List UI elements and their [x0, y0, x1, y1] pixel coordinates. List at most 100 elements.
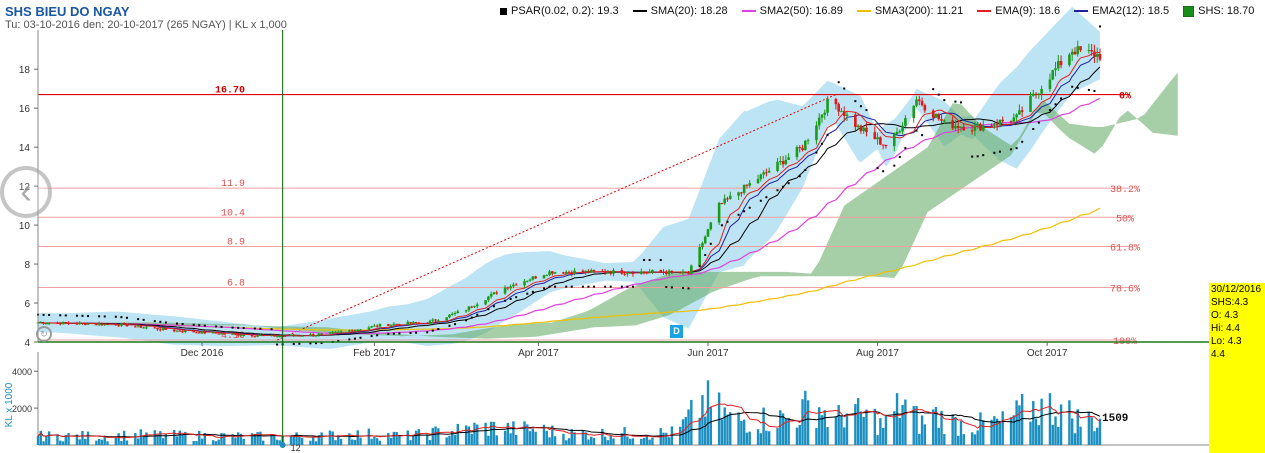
psar-dot — [643, 259, 646, 262]
candle-body — [261, 335, 265, 337]
psar-dot — [748, 206, 751, 209]
candle-body — [570, 272, 574, 275]
volume-bar — [701, 395, 704, 445]
volume-bar — [648, 439, 651, 445]
psar-dot — [487, 308, 490, 311]
psar-dot — [826, 133, 829, 136]
legend-item: EMA2(12): 18.5 — [1074, 5, 1169, 17]
back-arrow-icon[interactable]: ‹ — [0, 166, 52, 218]
candle-body — [184, 330, 187, 333]
volume-bar — [473, 422, 476, 445]
candle-body — [859, 125, 863, 132]
candle-body — [642, 271, 646, 273]
psar-dot — [631, 285, 634, 288]
candle-body — [748, 183, 752, 186]
candle-body — [389, 324, 393, 326]
candle-body — [795, 147, 799, 158]
candle-body — [592, 269, 596, 271]
candle-body — [398, 324, 401, 326]
psar-dot — [915, 129, 918, 132]
psar-dot — [276, 343, 279, 346]
candle-body — [392, 323, 396, 325]
info-box: 30/12/2016 SHS:4.3 O: 4.3 Hi: 4.4 Lo: 4.… — [1209, 283, 1265, 453]
legend-item: SMA3(200): 11.21 — [856, 5, 963, 17]
volume-bar — [729, 412, 732, 445]
x-tick-label: Oct 2017 — [1027, 348, 1068, 359]
psar-dot — [454, 323, 457, 326]
candle-body — [192, 330, 195, 333]
candle-body — [509, 286, 512, 289]
volume-bar — [412, 435, 415, 445]
psar-dot — [593, 285, 596, 288]
volume-bar — [136, 438, 140, 445]
volume-bar — [1048, 393, 1052, 445]
volume-bar — [645, 436, 649, 445]
candle-body — [39, 322, 43, 324]
candle-body — [378, 324, 382, 327]
candle-body — [373, 325, 376, 327]
volume-bar — [153, 430, 156, 445]
x-tick-label: Jun 2017 — [687, 348, 729, 359]
legend-swatch — [500, 7, 507, 15]
y-tick-label: 6 — [24, 299, 30, 310]
volume-bar — [395, 432, 398, 445]
candle-body — [806, 140, 810, 142]
dividend-marker[interactable]: D — [670, 325, 683, 338]
candle-body — [164, 328, 168, 330]
candle-body — [1076, 46, 1080, 55]
candle-body — [1070, 51, 1074, 55]
volume-bar — [117, 433, 120, 445]
candle-body — [1020, 110, 1024, 112]
volume-bar — [804, 390, 807, 445]
psar-dot — [270, 328, 273, 331]
candle-body — [534, 276, 537, 279]
candle-body — [998, 119, 1002, 125]
psar-dot — [298, 342, 301, 345]
candle-body — [781, 161, 785, 165]
volume-bar — [414, 430, 418, 445]
volume-bar — [901, 405, 904, 445]
psar-dot — [153, 320, 156, 323]
psar-dot — [904, 147, 907, 150]
volume-bar — [59, 440, 62, 445]
candle-body — [662, 271, 665, 273]
psar-dot — [476, 313, 479, 316]
candle-body — [917, 99, 921, 101]
candle-body — [309, 334, 312, 336]
candle-body — [172, 329, 176, 332]
volume-bar — [959, 420, 963, 445]
candle-body — [973, 125, 977, 131]
legend-label: SMA2(50): 16.89 — [759, 5, 843, 17]
psar-dot — [971, 155, 974, 158]
psar-dot — [253, 327, 256, 330]
volume-bar — [651, 437, 654, 445]
psar-dot — [787, 182, 790, 185]
volume-bar — [823, 410, 826, 445]
candle-body — [1029, 95, 1032, 112]
candle-body — [203, 331, 207, 334]
reload-icon[interactable]: ↻ — [36, 326, 52, 342]
candle-body — [298, 335, 301, 337]
volume-bar — [815, 427, 818, 445]
candle-body — [670, 270, 674, 272]
volume-bar — [211, 440, 215, 445]
psar-dot — [492, 305, 495, 308]
candle-body — [120, 323, 123, 326]
volume-bar — [865, 409, 868, 445]
volume-bar — [242, 438, 245, 445]
y-tick-label: 10 — [19, 221, 31, 232]
candle-body — [1059, 61, 1063, 66]
candle-body — [353, 330, 357, 332]
candle-body — [317, 333, 321, 336]
candle-body — [934, 113, 938, 118]
volume-bar — [756, 429, 760, 445]
candle-body — [740, 192, 743, 194]
candle-body — [701, 243, 704, 248]
candle-body — [506, 287, 510, 289]
volume-bar — [884, 414, 888, 445]
volume-bar — [587, 439, 590, 445]
volume-bar — [214, 441, 218, 445]
psar-dot — [782, 185, 785, 188]
psar-dot — [709, 242, 712, 245]
psar-dot — [353, 337, 356, 340]
